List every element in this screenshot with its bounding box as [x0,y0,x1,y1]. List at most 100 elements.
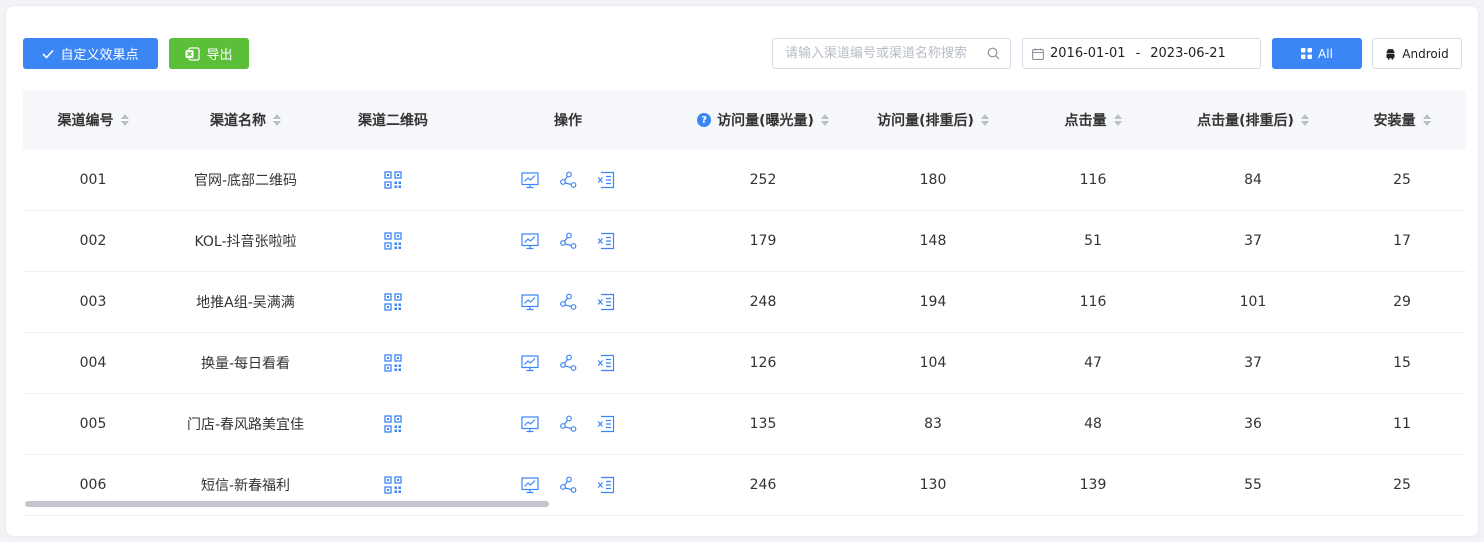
clicks-value: 48 [1084,416,1102,432]
actions-cell [458,354,678,372]
qr-code-icon[interactable] [384,354,402,372]
chart-icon[interactable] [521,171,539,189]
channel-name: 门店-春风路美宜佳 [186,417,305,433]
actions-cell [458,171,678,189]
excel-icon [185,46,201,61]
chart-icon[interactable] [521,354,539,372]
sort-icon[interactable] [980,114,989,126]
visits-dedup-value: 194 [919,294,947,310]
clicks-dedup-value: 55 [1244,477,1262,493]
chart-icon[interactable] [521,293,539,311]
table-body: 001 官网-底部二维码 252 180 116 84 25 002 KOL-抖… [23,150,1466,516]
table-row: 001 官网-底部二维码 252 180 116 84 25 [23,150,1466,211]
share-icon[interactable] [559,171,577,189]
share-icon[interactable] [559,293,577,311]
clicks-value: 116 [1079,172,1107,188]
qr-code-icon[interactable] [384,171,402,189]
visits-value: 126 [749,355,777,371]
channel-id: 001 [79,172,107,188]
search-box[interactable] [772,38,1011,69]
share-icon[interactable] [559,415,577,433]
visits-value: 246 [749,477,777,493]
header-installs[interactable]: 安装量 [1338,110,1466,130]
header-qr-code: 渠道二维码 [358,113,428,129]
header-clicks[interactable]: 点击量 [1018,110,1168,130]
actions-cell [458,293,678,311]
channel-name: 地推A组-吴满满 [196,295,295,311]
table-row: 003 地推A组-吴满满 248 194 116 101 29 [23,272,1466,333]
sort-icon[interactable] [273,114,281,126]
qr-code-cell [328,171,458,189]
actions-cell [458,476,678,494]
qr-code-cell [328,415,458,433]
share-icon[interactable] [559,354,577,372]
channel-id: 002 [79,233,107,249]
qr-code-cell [328,476,458,494]
delete-list-icon[interactable] [597,476,615,494]
help-icon[interactable]: ? [697,113,712,127]
qr-code-icon[interactable] [384,476,402,494]
chart-icon[interactable] [521,232,539,250]
channel-id: 006 [79,477,107,493]
delete-list-icon[interactable] [597,415,615,433]
header-channel-id[interactable]: 渠道编号 [23,110,163,130]
header-visits[interactable]: ? 访问量(曝光量) [678,110,848,130]
main-card: 自定义效果点 导出 2016-01-01 - 2023-06-21 All [5,5,1479,537]
all-platform-button[interactable]: All [1272,38,1362,69]
android-platform-button[interactable]: Android [1372,38,1462,69]
clicks-dedup-value: 36 [1244,416,1262,432]
channel-name: KOL-抖音张啦啦 [194,234,297,250]
horizontal-scrollbar[interactable] [25,501,549,507]
delete-list-icon[interactable] [597,171,615,189]
share-icon[interactable] [559,232,577,250]
channel-table: 渠道编号 渠道名称 渠道二维码 操作 ? 访问量(曝光量) 访问量(排重后) 点击… [23,90,1466,516]
clicks-value: 51 [1084,233,1102,249]
sort-icon[interactable] [1300,114,1309,126]
channel-name: 短信-新春福利 [200,478,291,494]
qr-code-icon[interactable] [384,232,402,250]
qr-code-icon[interactable] [384,415,402,433]
android-label: Android [1402,46,1449,61]
installs-value: 15 [1393,355,1411,371]
channel-id: 004 [79,355,107,371]
sort-icon[interactable] [1422,114,1431,126]
clicks-dedup-value: 37 [1244,233,1262,249]
chart-icon[interactable] [521,415,539,433]
installs-value: 25 [1393,172,1411,188]
qr-code-cell [328,232,458,250]
search-icon[interactable] [987,47,1000,60]
search-input[interactable] [783,45,987,62]
channel-id: 003 [79,294,107,310]
delete-list-icon[interactable] [597,354,615,372]
date-end[interactable]: 2023-06-21 [1150,46,1226,61]
visits-value: 179 [749,233,777,249]
export-label: 导出 [206,48,233,63]
export-button[interactable]: 导出 [169,38,249,69]
qr-code-cell [328,354,458,372]
header-channel-name[interactable]: 渠道名称 [163,110,328,130]
channel-name: 官网-底部二维码 [193,173,298,189]
channel-id: 005 [79,416,107,432]
delete-list-icon[interactable] [597,232,615,250]
sort-icon[interactable] [820,114,829,126]
chart-icon[interactable] [521,476,539,494]
share-icon[interactable] [559,476,577,494]
table-row: 004 换量-每日看看 126 104 47 37 15 [23,333,1466,394]
header-visits-dedup[interactable]: 访问量(排重后) [848,110,1018,130]
channel-name: 换量-每日看看 [200,356,291,372]
calendar-icon [1032,48,1044,60]
clicks-dedup-value: 37 [1244,355,1262,371]
date-start[interactable]: 2016-01-01 [1050,46,1126,61]
table-row: 002 KOL-抖音张啦啦 179 148 51 37 17 [23,211,1466,272]
custom-effect-button[interactable]: 自定义效果点 [23,38,158,69]
installs-value: 25 [1393,477,1411,493]
date-range-picker[interactable]: 2016-01-01 - 2023-06-21 [1022,38,1261,69]
sort-icon[interactable] [120,114,129,126]
sort-icon[interactable] [1113,114,1122,126]
header-clicks-dedup[interactable]: 点击量(排重后) [1168,110,1338,130]
visits-dedup-value: 180 [919,172,947,188]
qr-code-icon[interactable] [384,293,402,311]
delete-list-icon[interactable] [597,293,615,311]
actions-cell [458,415,678,433]
installs-value: 29 [1393,294,1411,310]
